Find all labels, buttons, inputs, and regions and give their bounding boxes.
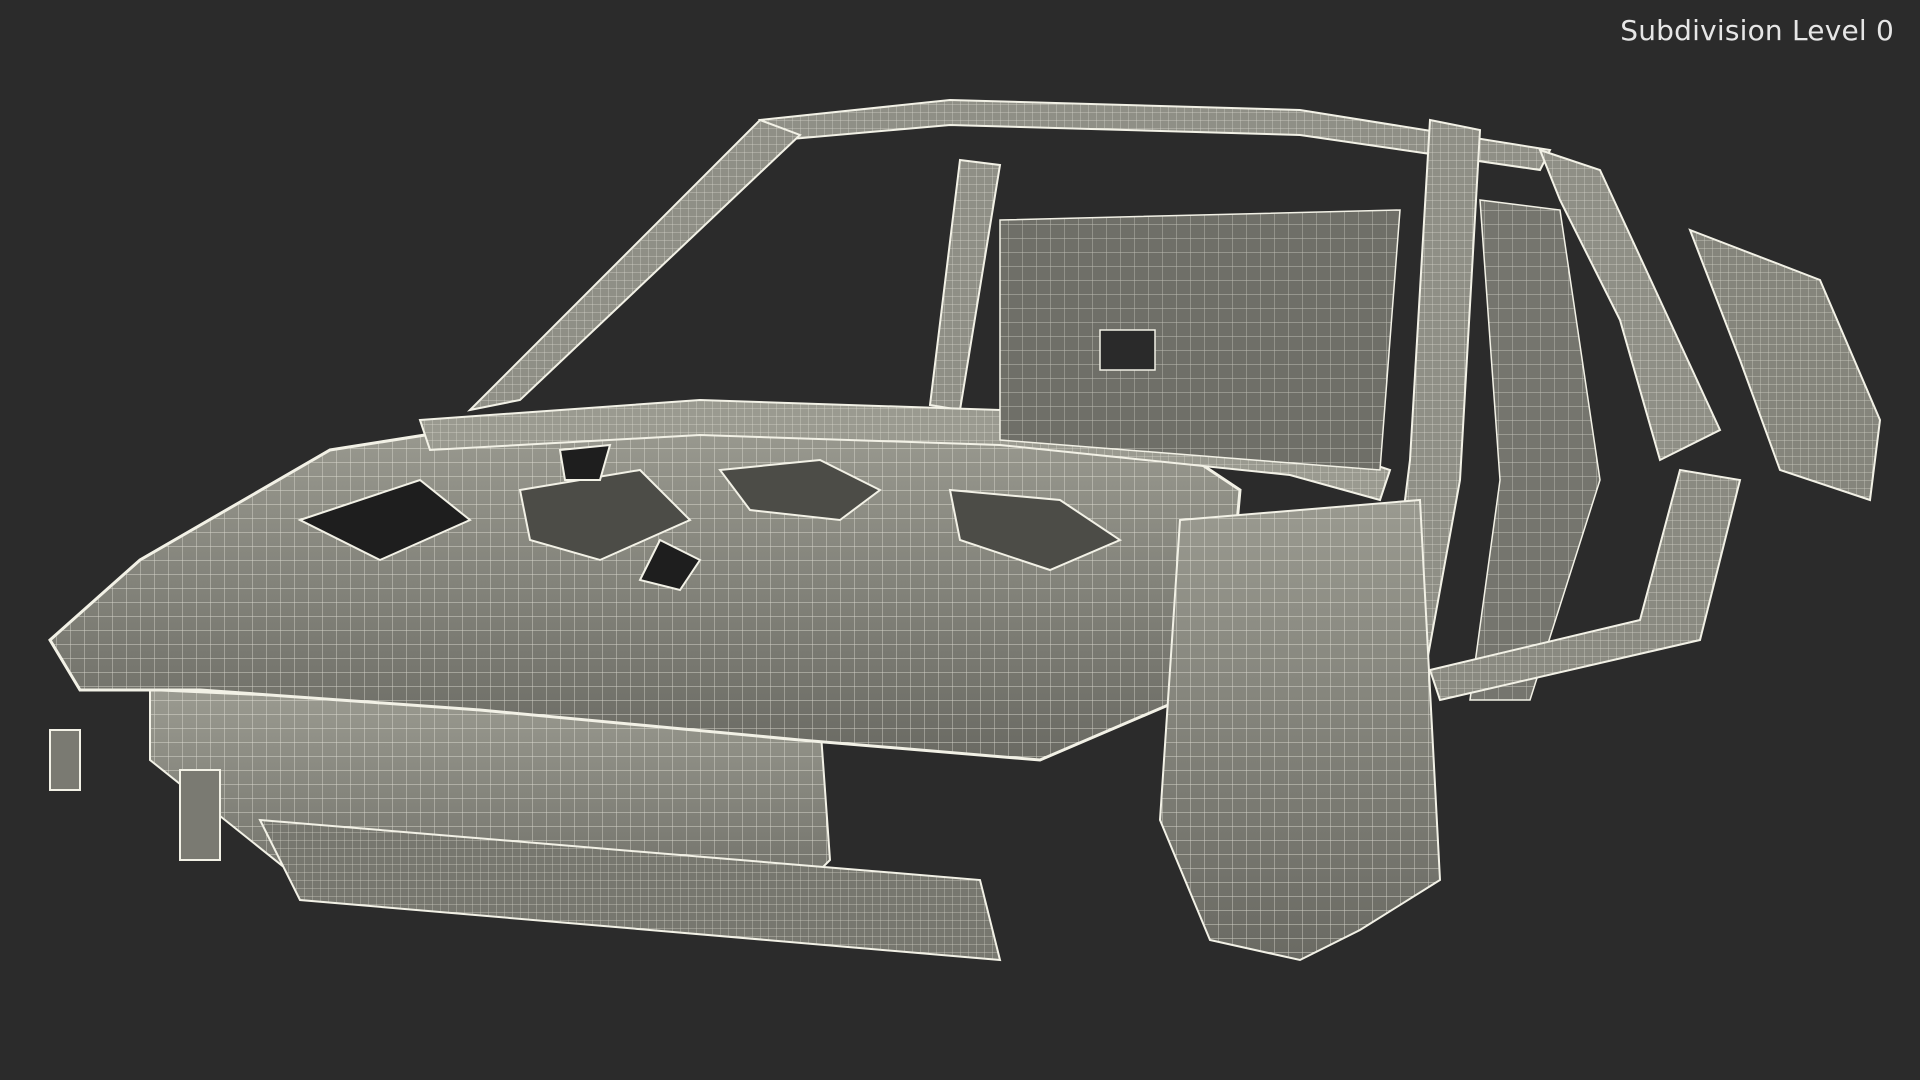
rear-quarter — [1688, 228, 1882, 502]
car-body-wireframe-render — [48, 98, 1882, 962]
render-viewport: Subdivision Level 0 — [0, 0, 1920, 1080]
side-sill — [1158, 468, 1742, 962]
